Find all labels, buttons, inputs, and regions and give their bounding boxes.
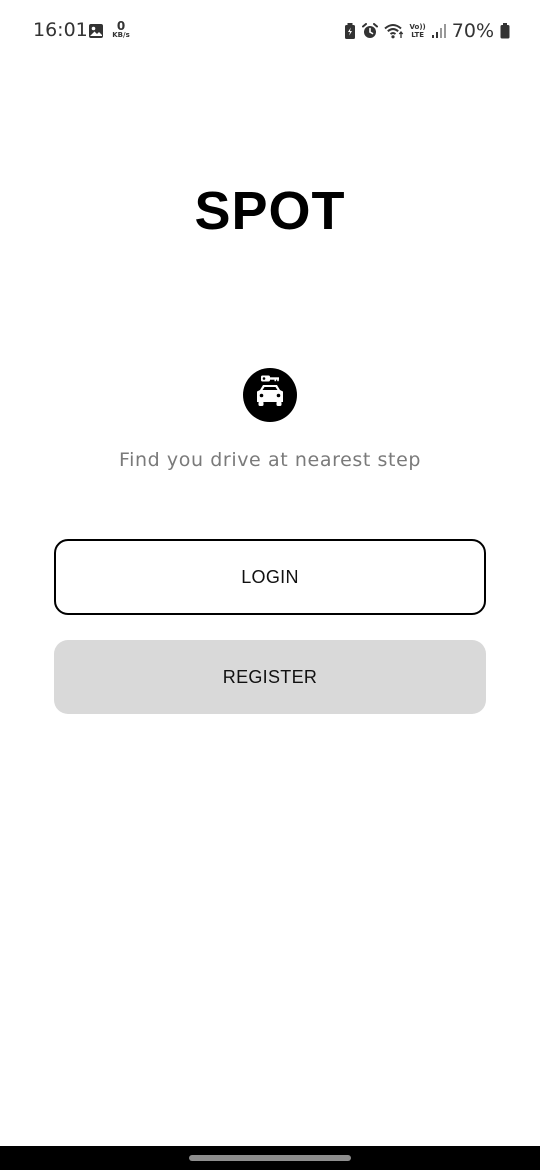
login-button-label: LOGIN xyxy=(241,566,299,587)
volte-label: Vo)) xyxy=(409,23,426,31)
battery-icon xyxy=(500,23,510,39)
network-speed-unit: KB/s xyxy=(112,31,130,39)
navigation-bar xyxy=(0,1146,540,1170)
wifi-icon xyxy=(383,23,404,39)
register-button[interactable]: REGISTER xyxy=(54,640,486,714)
status-icons: Vo)) LTE 70% xyxy=(344,19,510,43)
register-button-label: REGISTER xyxy=(222,666,318,687)
battery-saver-icon xyxy=(344,23,356,39)
app-title: SPOT xyxy=(194,181,346,241)
login-button[interactable]: LOGIN xyxy=(54,539,486,615)
network-speed-indicator: 0 KB/s xyxy=(110,20,132,39)
battery-percentage: 70% xyxy=(451,20,494,42)
home-gesture-handle[interactable] xyxy=(189,1155,351,1161)
alarm-icon xyxy=(361,23,378,39)
car-key-icon xyxy=(243,368,297,422)
volte-indicator: Vo)) LTE xyxy=(410,23,426,39)
lte-label: LTE xyxy=(411,31,425,39)
status-bar: 16:01 0 KB/s Vo)) LTE 70% xyxy=(0,0,540,64)
status-time: 16:01 xyxy=(33,19,88,41)
tagline: Find you drive at nearest step xyxy=(118,449,422,471)
signal-strength-icon xyxy=(431,23,446,39)
gallery-notification-icon xyxy=(88,23,104,39)
